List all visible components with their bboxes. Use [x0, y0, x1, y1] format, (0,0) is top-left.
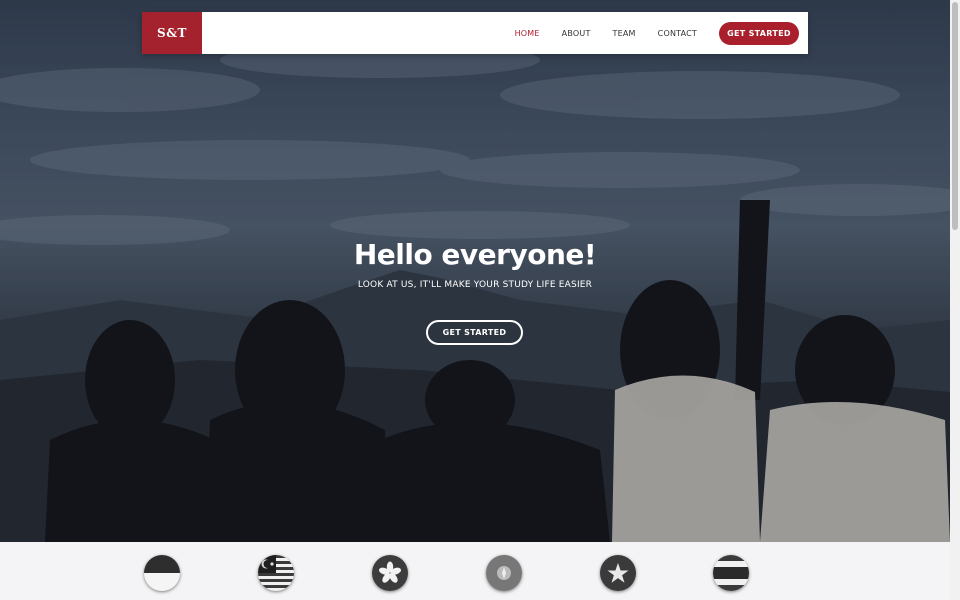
navbar: S&T HOME ABOUT TEAM CONTACT GET STARTED — [142, 12, 808, 54]
nav-link-contact[interactable]: CONTACT — [658, 29, 697, 38]
nav-get-started-button[interactable]: GET STARTED — [719, 21, 799, 45]
hero-section — [0, 0, 950, 542]
nav-links: HOME ABOUT TEAM CONTACT GET STARTED — [493, 12, 808, 54]
malaysia-flag-icon[interactable] — [258, 555, 294, 591]
logo-text: S&T — [157, 26, 187, 40]
scrollbar-thumb[interactable] — [952, 2, 958, 230]
site-logo[interactable]: S&T — [142, 12, 202, 54]
country-flags-section — [0, 542, 950, 600]
page-scrollbar[interactable] — [950, 0, 960, 600]
nav-link-about[interactable]: ABOUT — [562, 29, 591, 38]
nav-link-home[interactable]: HOME — [515, 29, 540, 38]
hong-kong-flag-icon[interactable] — [372, 555, 408, 591]
nav-link-team[interactable]: TEAM — [613, 29, 636, 38]
hero-get-started-button[interactable]: GET STARTED — [426, 320, 523, 345]
hero-overlay — [0, 0, 950, 542]
indonesia-flag-icon[interactable] — [144, 555, 180, 591]
hero-title: Hello everyone! — [353, 238, 597, 271]
flag-icon[interactable] — [486, 555, 522, 591]
vietnam-flag-icon[interactable] — [600, 555, 636, 591]
hero-subtitle: LOOK AT US, IT'LL MAKE YOUR STUDY LIFE E… — [357, 280, 593, 290]
thailand-flag-icon[interactable] — [713, 555, 749, 591]
